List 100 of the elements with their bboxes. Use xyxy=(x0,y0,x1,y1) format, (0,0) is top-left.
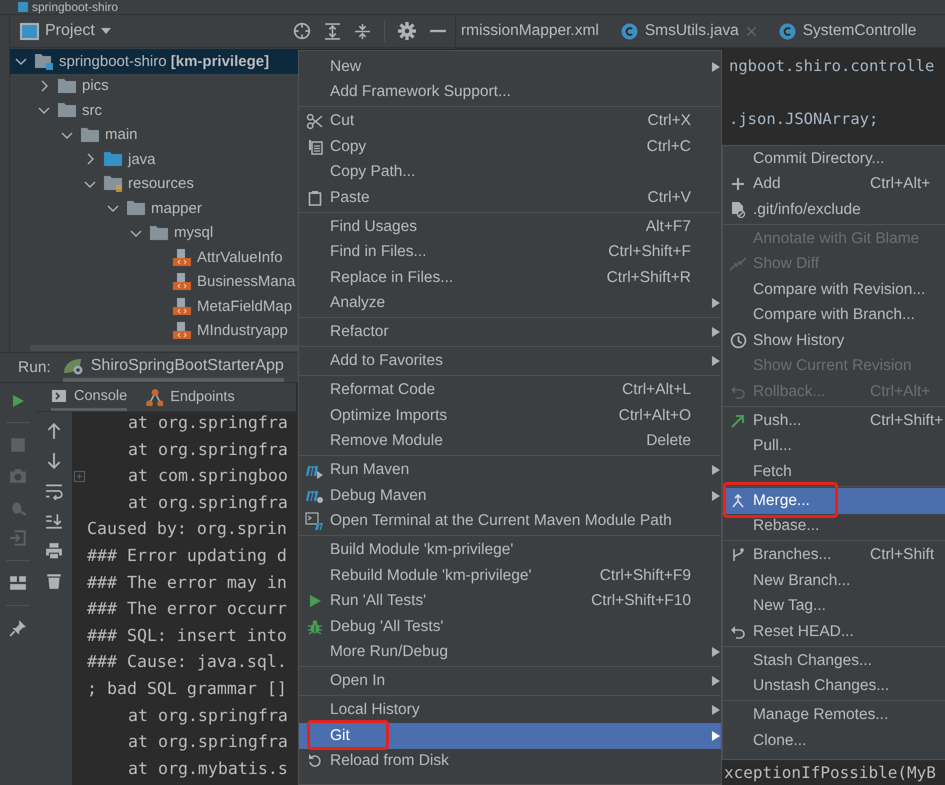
menu-item[interactable]: Rebase... xyxy=(723,514,945,539)
submenu-arrow-icon xyxy=(711,730,721,742)
submenu-arrow-icon xyxy=(711,297,721,310)
menu-item[interactable]: Find in Files... Ctrl+Shift+F xyxy=(299,240,721,265)
menu-item[interactable]: Git xyxy=(299,723,721,748)
editor-tab[interactable]: SmsUtils.java xyxy=(620,22,757,40)
project-icon xyxy=(18,2,28,12)
editor-tab[interactable]: SystemControlle xyxy=(778,22,916,40)
submenu-arrow-icon xyxy=(711,675,721,688)
menu-item[interactable]: Show History xyxy=(723,328,945,354)
menu-item[interactable]: Optimize Imports Ctrl+Alt+O xyxy=(299,403,721,428)
menu-item[interactable]: Replace in Files... Ctrl+Shift+R xyxy=(299,265,721,290)
wrap-icon[interactable] xyxy=(44,482,62,500)
menu-item[interactable]: Reset HEAD... xyxy=(723,619,945,644)
console-icon xyxy=(51,388,67,404)
menu-item[interactable]: Pull... xyxy=(723,434,945,459)
menu-item[interactable]: Unstash Changes... xyxy=(723,674,945,699)
menu-item[interactable]: Reformat Code Ctrl+Alt+L xyxy=(299,378,721,403)
console-line: Caused by: org.sprin xyxy=(87,518,287,540)
expand-all-icon[interactable] xyxy=(324,22,341,40)
folder-icon xyxy=(103,151,123,168)
menu-item[interactable]: Reload from Disk xyxy=(299,748,721,774)
dropdown-caret-icon[interactable] xyxy=(100,27,111,35)
menu-item[interactable]: .git/info/exclude xyxy=(723,197,945,222)
menu-item[interactable]: Debug 'All Tests' xyxy=(299,614,721,640)
menu-item[interactable]: Fetch xyxy=(723,459,945,484)
console-line: ### Error updating d xyxy=(87,544,287,567)
console-line: at org.mybatis.s xyxy=(127,758,288,780)
panel-title[interactable]: Project xyxy=(45,22,95,40)
menu-item[interactable]: Commit Directory... xyxy=(723,146,945,172)
print-icon[interactable] xyxy=(44,542,62,560)
clipboard-icon xyxy=(306,190,322,206)
menu-item[interactable]: New Branch... xyxy=(723,568,945,594)
console-line: at org.springfra xyxy=(127,492,288,514)
folder-icon xyxy=(80,126,100,143)
menu-item[interactable]: Cut Ctrl+X xyxy=(299,108,721,134)
fold-marker-icon[interactable] xyxy=(74,470,85,482)
console-line: ### The error occurr xyxy=(87,598,287,620)
scissors-icon xyxy=(306,112,323,130)
console-line: at org.springfra xyxy=(127,731,288,754)
submenu-arrow-icon xyxy=(711,60,721,73)
editor-tab[interactable]: rmissionMapper.xml xyxy=(461,22,599,40)
submenu-arrow-icon xyxy=(711,704,721,716)
shortcut-text: Ctrl+X xyxy=(648,112,692,130)
menu-item[interactable]: Stash Changes... xyxy=(723,648,945,674)
menu-item[interactable]: Open Terminal at the Current Maven Module Path xyxy=(299,508,721,534)
menu-item[interactable]: Clone... xyxy=(723,728,945,754)
menu-item[interactable]: Run 'All Tests' Ctrl+Shift+F10 xyxy=(299,588,721,614)
menu-item[interactable]: Copy Path... xyxy=(299,160,721,185)
menu-item[interactable]: Remove Module Delete xyxy=(299,428,721,454)
menu-item[interactable]: Refactor xyxy=(299,320,721,345)
crosshair-icon[interactable] xyxy=(293,22,311,40)
menu-item[interactable]: Compare with Branch... xyxy=(723,302,945,328)
collapse-all-icon[interactable] xyxy=(354,22,371,40)
menu-item[interactable]: Debug Maven xyxy=(299,483,721,508)
code-line: ngboot.shiro.controlle xyxy=(729,56,936,77)
menu-item[interactable]: Paste Ctrl+V xyxy=(299,185,721,210)
shortcut-text: Ctrl+Alt+O xyxy=(618,406,692,425)
menu-item[interactable]: Push... Ctrl+Shift+ xyxy=(723,408,945,434)
menu-item[interactable]: Branches... Ctrl+Shift xyxy=(723,542,945,568)
submenu-arrow-icon xyxy=(711,646,721,658)
folder-icon xyxy=(149,224,169,241)
menu-item[interactable]: Compare with Revision... xyxy=(723,277,945,302)
console-line: ; bad SQL grammar [] xyxy=(87,678,287,700)
pin-icon[interactable] xyxy=(8,619,26,637)
menu-item[interactable]: Find Usages Alt+F7 xyxy=(299,214,721,240)
arrow-down-icon[interactable] xyxy=(44,452,62,470)
folder-icon xyxy=(126,200,146,216)
menu-item[interactable]: Add Ctrl+Alt+ xyxy=(723,172,945,197)
console-line: at org.springfra xyxy=(127,704,288,727)
menu-item[interactable]: Run Maven xyxy=(299,458,721,483)
shortcut-text: Ctrl+Alt+ xyxy=(870,175,930,194)
menu-item[interactable]: Build Module 'km-privilege' xyxy=(299,538,721,563)
menu-item[interactable]: Manage Remotes... xyxy=(723,702,945,728)
window-title: springboot-shiro xyxy=(32,0,118,14)
submenu-arrow-icon xyxy=(711,326,721,338)
menu-item[interactable]: Add to Favorites xyxy=(299,348,721,374)
menu-item[interactable]: Analyze xyxy=(299,290,721,316)
settings-icon[interactable] xyxy=(398,22,416,40)
menu-item[interactable]: More Run/Debug xyxy=(299,640,721,665)
menu-item[interactable]: Merge... xyxy=(723,488,945,514)
scroll-end-icon[interactable] xyxy=(44,512,62,530)
xml-file-icon xyxy=(172,272,192,292)
menu-item[interactable]: Copy Ctrl+C xyxy=(299,134,721,160)
undo-icon xyxy=(730,384,746,400)
bug-icon xyxy=(306,618,322,635)
xml-file-icon xyxy=(172,248,192,267)
menu-item[interactable]: Rebuild Module 'km-privilege' Ctrl+Shift+F9 xyxy=(299,563,721,588)
menu-item[interactable]: Add Framework Support... xyxy=(299,80,721,105)
console-line: ### SQL: insert into xyxy=(87,624,287,647)
menu-item[interactable]: Local History xyxy=(299,698,721,723)
undo-icon xyxy=(730,624,746,640)
layout-icon[interactable] xyxy=(8,574,26,592)
shortcut-text: Ctrl+Shift+F xyxy=(608,243,692,262)
trash-icon[interactable] xyxy=(44,572,62,590)
menu-item[interactable]: New Tag... xyxy=(723,594,945,619)
menu-item[interactable]: Open In xyxy=(299,668,721,694)
tab[interactable]: Endpoints xyxy=(145,383,235,411)
xml-file-icon xyxy=(172,321,192,340)
leaf-icon xyxy=(62,356,85,374)
